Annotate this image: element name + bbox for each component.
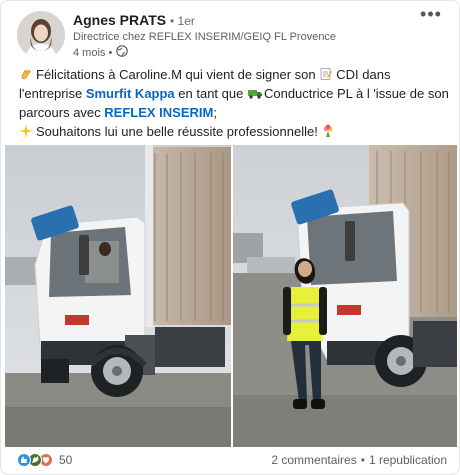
post-text: Félicitations à Caroline.M qui vient de … [19,65,449,141]
stats-separator: • [360,453,365,467]
post-text-segment: parcours avec [19,105,101,120]
post-header: Agnes PRATS • 1er Directrice chez REFLEX… [17,5,449,62]
social-counts: 50 2 commentaires • 1 republication [17,453,447,471]
connection-degree: • 1er [169,14,195,28]
more-options-icon[interactable]: ••• [419,5,443,25]
post-meta: 4 mois • [73,45,336,62]
globe-icon [116,45,129,62]
feed-post: Agnes PRATS • 1er Directrice chez REFLEX… [0,0,460,475]
org-mention[interactable]: REFLEX INSERIM [104,105,213,120]
post-line-4: Souhaitons lui une belle réussite profes… [19,122,449,141]
engagement-stats: 2 commentaires • 1 republication [271,453,447,467]
post-text-segment: CDI dans [336,67,391,82]
post-line-3: parcours avec REFLEX INSERIM; [19,103,449,122]
author-avatar[interactable] [17,11,65,59]
post-text-segment: Souhaitons lui une belle réussite profes… [36,124,318,139]
sparkle-icon [19,124,33,138]
post-text-segment: Conductrice PL à l 'issue de son [263,86,449,101]
post-text-segment: en tant que [178,86,244,101]
author-headline: Directrice chez REFLEX INSERIM/GEIQ FL P… [73,31,337,43]
company-mention[interactable]: Smurfit Kappa [86,86,175,101]
memo-icon [319,67,333,81]
post-photo-2[interactable] [233,145,457,447]
reactions-summary[interactable]: 50 [17,453,72,467]
bouquet-icon [321,124,335,138]
reaction-count: 50 [59,453,73,467]
truck-icon [247,86,262,100]
post-line-2: l'entreprise Smurfit Kappa en tant que C… [19,84,449,103]
author-info: Agnes PRATS • 1er Directrice chez REFLEX… [73,11,336,62]
comments-count[interactable]: 2 commentaires [271,453,356,467]
post-text-segment: Félicitations à Caroline.M qui vient de … [36,67,316,82]
post-line-1: Félicitations à Caroline.M qui vient de … [19,65,449,84]
post-time: 4 mois • [73,47,113,59]
author-name[interactable]: Agnes PRATS [73,12,166,28]
post-photo-1[interactable] [5,145,231,447]
post-images [5,145,457,447]
reposts-count[interactable]: 1 republication [369,453,447,467]
post-text-segment: l'entreprise [19,86,83,101]
like-reaction-icon [17,453,31,467]
post-text-segment: ; [213,105,217,120]
clapping-hands-icon [19,67,33,81]
